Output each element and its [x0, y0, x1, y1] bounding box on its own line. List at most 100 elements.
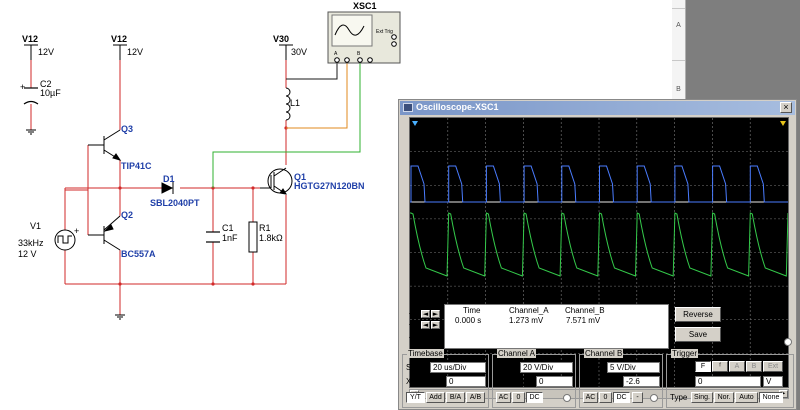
channel-a-zero-button[interactable]: 0: [512, 392, 525, 403]
readout-channel-a-header: Channel_A: [509, 306, 549, 315]
d1-ref-label: D1: [163, 174, 175, 184]
c1-ref-label: C1: [222, 223, 234, 233]
none-trigger-button[interactable]: None: [759, 392, 783, 403]
add-mode-button[interactable]: Add: [426, 392, 445, 403]
timebase-title: Timebase: [407, 349, 444, 358]
channel-a-title: Channel A: [497, 349, 536, 358]
oscilloscope-window[interactable]: Oscilloscope-XSC1 × ◄ ► T1 ◄ ► T2 ◄ ► T2…: [398, 99, 797, 410]
channel-a-scale-label: Scale: [496, 363, 517, 372]
ab-mode-button[interactable]: A/B: [466, 392, 485, 403]
channel-b-group: Channel B Scale 5 V/Div Y position -2.6 …: [579, 349, 663, 408]
c1-value-label: 1nF: [222, 233, 238, 243]
channel-b-title: Channel B: [584, 349, 624, 358]
v30-ref-label: V30: [273, 34, 289, 44]
trigger-level-label: Level: [670, 377, 690, 386]
v12-ref-label: V12: [22, 34, 38, 44]
oscilloscope-title: Oscilloscope-XSC1: [416, 102, 499, 112]
yt-mode-button[interactable]: Y/T: [406, 392, 425, 403]
cursor-t2-label: T2: [409, 323, 419, 332]
readout-time-value: 0.000 s: [455, 316, 482, 325]
q3-part-label: TIP41C: [121, 161, 152, 171]
ext-trigger-terminal[interactable]: [784, 338, 792, 346]
ext-trigger-label: Ext. Trigger: [727, 338, 768, 347]
ba-mode-button[interactable]: B/A: [446, 392, 465, 403]
q1-part-label: HGTG27N120BN: [294, 181, 365, 191]
reverse-button[interactable]: Reverse: [675, 307, 721, 322]
normal-trigger-button[interactable]: Nor.: [714, 392, 734, 403]
channel-b-invert-button[interactable]: -: [632, 392, 643, 403]
cursor-readout-box: Time Channel_A Channel_B 0.000 s 1.273 m…: [444, 304, 669, 349]
c2-plus-label: +: [20, 82, 25, 92]
ruler-mark-a: A: [676, 22, 681, 29]
r1-value-label: 1.8kΩ: [259, 233, 283, 243]
v1-ref-label: V1: [30, 221, 41, 231]
timebase-scale-label: Scale: [406, 363, 427, 372]
x-position-label: X position: [406, 377, 442, 386]
readout-time-header: Time: [463, 306, 481, 315]
v12b-ref-label: V12: [111, 34, 127, 44]
q2-part-label: BC557A: [121, 249, 156, 259]
trigger-level-field[interactable]: 0: [695, 376, 761, 387]
v30-value-label: 30V: [291, 47, 307, 57]
xsc1-ext-trig-label: Ext Trig: [376, 29, 393, 35]
trigger-level-unit-field[interactable]: V: [763, 376, 783, 387]
channel-a-dc-button[interactable]: DC: [526, 392, 543, 403]
ruler-mark-b: B: [676, 86, 681, 93]
v1-freq-label: 33kHz: [18, 238, 44, 248]
timebase-scale-field[interactable]: 20 us/Div: [430, 362, 486, 373]
save-button[interactable]: Save: [675, 327, 721, 342]
channel-b-dc-button[interactable]: DC: [613, 392, 630, 403]
oscilloscope-app-icon: [403, 103, 413, 112]
v12b-value-label: 12V: [127, 47, 143, 57]
cursor-t1-marker[interactable]: [412, 121, 418, 126]
cursor-t2-marker[interactable]: [780, 121, 786, 126]
readout-channel-a-value: 1.273 mV: [509, 316, 544, 325]
trigger-type-label: Type: [670, 393, 688, 402]
trigger-group: Trigger Edge F ᶠ A B Ext Level 0 V Type …: [666, 349, 794, 408]
channel-b-ac-button[interactable]: AC: [583, 392, 598, 403]
channel-b-scale-field[interactable]: 5 V/Div: [607, 362, 660, 373]
workspace-canvas[interactable]: V12 12V V12 12V V30 30V + C2 10µF Q3 TIP…: [0, 0, 800, 410]
single-trigger-button[interactable]: Sing.: [691, 392, 713, 403]
channel-b-terminal[interactable]: [650, 394, 658, 402]
d1-part-label: SBL2040PT: [150, 198, 200, 208]
trigger-source-a-button[interactable]: A: [729, 361, 745, 372]
trigger-source-b-button[interactable]: B: [746, 361, 762, 372]
channel-b-scale-label: Scale: [583, 363, 604, 372]
x-position-field[interactable]: 0: [446, 376, 486, 387]
xsc1-ref-label: XSC1: [353, 1, 377, 11]
l1-ref-label: L1: [290, 98, 300, 108]
channel-a-group: Channel A Scale 20 V/Div Y position 0 AC…: [492, 349, 576, 408]
t1-left-arrow-icon[interactable]: ◄: [421, 310, 430, 318]
readout-channel-b-value: 7.571 mV: [566, 316, 601, 325]
rising-edge-button[interactable]: F: [695, 361, 711, 372]
channel-a-ac-button[interactable]: AC: [496, 392, 511, 403]
trigger-source-ext-button[interactable]: Ext: [763, 361, 783, 372]
channel-a-trace: [410, 165, 788, 203]
channel-a-terminal[interactable]: [563, 394, 571, 402]
r1-ref-label: R1: [259, 223, 271, 233]
v12-value-label: 12V: [38, 47, 54, 57]
v1-volt-label: 12 V: [18, 249, 37, 259]
t1-right-arrow-icon[interactable]: ►: [431, 310, 440, 318]
timebase-group: Timebase Scale 20 us/Div X position 0 Y/…: [402, 349, 489, 408]
close-icon[interactable]: ×: [780, 102, 792, 113]
q3-ref-label: Q3: [121, 124, 133, 134]
readout-channel-b-header: Channel_B: [565, 306, 605, 315]
oscilloscope-titlebar[interactable]: Oscilloscope-XSC1 ×: [400, 101, 795, 115]
channel-a-y-position-field[interactable]: 0: [536, 376, 573, 387]
q2-ref-label: Q2: [121, 210, 133, 220]
channel-a-scale-field[interactable]: 20 V/Div: [520, 362, 573, 373]
channel-b-y-position-label: Y position: [583, 377, 618, 386]
t2-left-arrow-icon[interactable]: ◄: [421, 321, 430, 329]
v1-plus-label: +: [74, 226, 79, 236]
c2-value-label: 10µF: [40, 88, 61, 98]
cursor-t1-label: T1: [409, 312, 419, 321]
trigger-title: Trigger: [671, 349, 699, 358]
channel-b-zero-button[interactable]: 0: [599, 392, 612, 403]
falling-edge-button[interactable]: ᶠ: [712, 361, 728, 372]
t2-right-arrow-icon[interactable]: ►: [431, 321, 440, 329]
auto-trigger-button[interactable]: Auto: [735, 392, 758, 403]
channel-b-y-position-field[interactable]: -2.6: [623, 376, 660, 387]
trigger-edge-label: Edge: [670, 363, 689, 372]
